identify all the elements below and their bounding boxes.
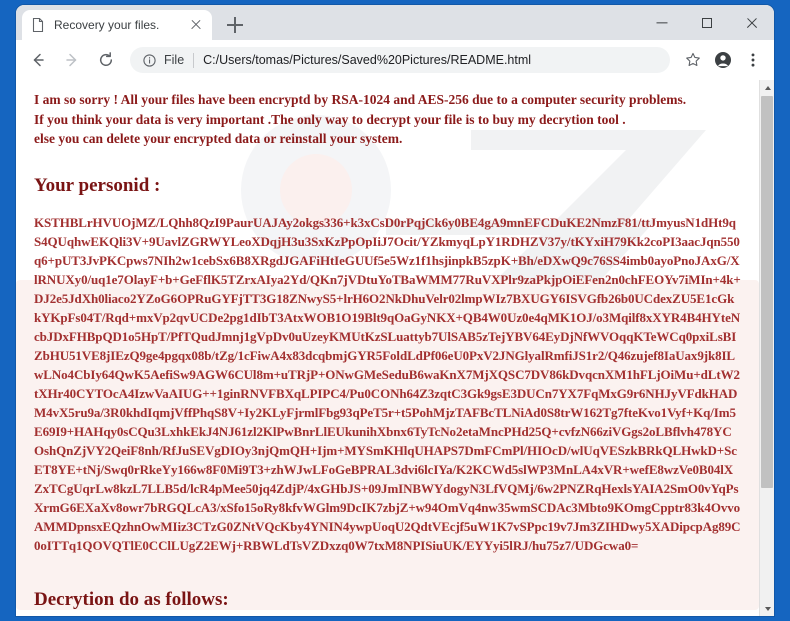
forward-arrow-icon[interactable]	[58, 46, 86, 74]
address-bar[interactable]: File C:/Users/tomas/Pictures/Saved%20Pic…	[130, 47, 670, 73]
scroll-down-arrow-icon[interactable]	[760, 601, 774, 616]
info-circle-icon	[142, 53, 157, 68]
scrollbar-thumb[interactable]	[761, 96, 773, 488]
browser-window: Recovery your files. File C:/Users/tomas…	[16, 5, 774, 616]
plus-icon[interactable]	[224, 14, 246, 36]
omnibox-divider	[193, 52, 195, 68]
maximize-icon[interactable]	[684, 5, 729, 40]
star-icon[interactable]	[680, 47, 706, 73]
intro-line-1: I am so sorry ! All your files have been…	[34, 92, 687, 107]
scroll-up-arrow-icon[interactable]	[760, 80, 774, 95]
intro-line-3: else you can delete your encrypted data …	[34, 131, 403, 147]
three-dot-menu-icon[interactable]	[740, 47, 766, 73]
tab-strip: Recovery your files.	[16, 5, 774, 40]
page-scrollbar[interactable]	[759, 80, 774, 616]
decryption-heading: Decrytion do as follows:	[34, 589, 229, 611]
personid-heading: Your personid :	[34, 174, 161, 196]
close-icon[interactable]	[729, 5, 774, 40]
page-content: I am so sorry ! All your files have been…	[16, 80, 759, 611]
minimize-icon[interactable]	[639, 5, 684, 40]
tab-recovery-your-files[interactable]: Recovery your files.	[22, 10, 212, 40]
url-scheme-label: File	[164, 53, 185, 67]
browser-toolbar: File C:/Users/tomas/Pictures/Saved%20Pic…	[16, 40, 774, 80]
url-text: C:/Users/tomas/Pictures/Saved%20Pictures…	[203, 53, 532, 67]
personid-key-text: KSTHBLrHVUOjMZ/LQhh8QzI9PaurUAJAy2okgs33…	[34, 214, 741, 554]
back-arrow-icon[interactable]	[24, 46, 52, 74]
page-viewport: I am so sorry ! All your files have been…	[16, 80, 774, 616]
close-icon[interactable]	[188, 17, 204, 33]
document-icon	[30, 17, 46, 33]
ransom-note-page: I am so sorry ! All your files have been…	[16, 80, 759, 616]
window-controls	[639, 5, 774, 40]
reload-icon[interactable]	[92, 46, 120, 74]
intro-paragraph: I am so sorry ! All your files have been…	[34, 90, 741, 149]
intro-line-2: If you think your data is very important…	[34, 111, 626, 127]
tab-title: Recovery your files.	[54, 18, 160, 32]
account-avatar-icon[interactable]	[710, 47, 736, 73]
